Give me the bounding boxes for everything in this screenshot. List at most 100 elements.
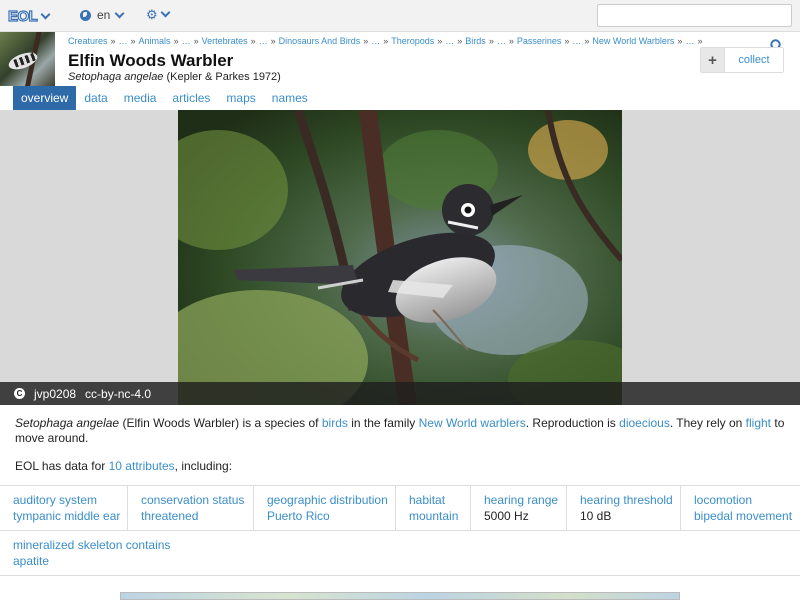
data-note-suffix: , including: — [174, 459, 233, 473]
link-family[interactable]: New World warblers — [419, 416, 526, 430]
page-title: Elfin Woods Warbler — [68, 51, 234, 70]
image-credit-bar: C jvp0208 cc-by-nc-4.0 — [0, 382, 800, 405]
breadcrumb-separator: » — [677, 36, 683, 46]
page-tabs: overview data media articles maps names — [0, 86, 800, 110]
attribute-cell[interactable]: locomotion bipedal movement — [681, 486, 800, 530]
breadcrumb-item[interactable]: … — [259, 36, 268, 46]
breadcrumb-item[interactable]: New World Warblers — [592, 36, 674, 46]
scientific-name-text: Setophaga angelae — [68, 71, 164, 83]
breadcrumb-item[interactable]: Birds — [465, 36, 486, 46]
breadcrumb-separator: » — [363, 36, 369, 46]
tab-names[interactable]: names — [264, 86, 316, 110]
attribute-key[interactable]: conservation status — [141, 492, 244, 508]
attributes-grid: auditory system tympanic middle ear conser… — [0, 485, 800, 576]
attribute-cell[interactable]: geographic distribution Puerto Rico — [254, 486, 396, 530]
collect-label[interactable]: collect — [725, 54, 783, 66]
attribute-key[interactable]: mineralized skeleton contains — [13, 537, 787, 553]
image-author[interactable]: jvp0208 — [34, 387, 76, 401]
cc-icon: C — [14, 388, 25, 399]
authority-text: (Kepler & Parkes 1972) — [166, 71, 281, 83]
breadcrumb-separator: » — [173, 36, 179, 46]
gear-icon[interactable]: ⚙ — [146, 8, 158, 21]
attribute-value[interactable]: Puerto Rico — [267, 508, 382, 524]
tab-maps[interactable]: maps — [218, 86, 263, 110]
distribution-map[interactable] — [120, 592, 680, 600]
tab-data[interactable]: data — [76, 86, 115, 110]
attribute-key[interactable]: locomotion — [694, 492, 787, 508]
breadcrumb-item[interactable]: … — [445, 36, 454, 46]
summary-text: . Reproduction is — [525, 416, 616, 430]
breadcrumb-separator: » — [457, 36, 463, 46]
attribute-key[interactable]: habitat — [409, 492, 457, 508]
attribute-value: 10 dB — [580, 509, 612, 523]
attribute-key[interactable]: geographic distribution — [267, 492, 388, 508]
breadcrumb: Creatures»…» Animals»…» Vertebrates»…» Dino… — [68, 36, 705, 46]
link-attributes[interactable]: 10 attributes — [109, 459, 175, 473]
breadcrumb-separator: » — [508, 36, 514, 46]
chevron-down-icon[interactable] — [114, 8, 125, 18]
species-summary: Setophaga angelae (Elfin Woods Warbler) … — [15, 416, 785, 446]
collect-button[interactable]: + collect — [700, 47, 784, 73]
breadcrumb-separator: » — [437, 36, 443, 46]
attribute-value[interactable]: apatite — [13, 553, 787, 569]
breadcrumb-separator: » — [193, 36, 199, 46]
chevron-down-icon[interactable] — [160, 7, 171, 18]
attribute-key[interactable]: hearing threshold — [580, 492, 673, 508]
tab-overview[interactable]: overview — [13, 86, 77, 110]
chevron-down-icon[interactable] — [40, 9, 51, 19]
breadcrumb-item[interactable]: … — [371, 36, 380, 46]
breadcrumb-item[interactable]: … — [572, 36, 581, 46]
attribute-cell[interactable]: habitat mountain — [396, 486, 471, 530]
species-photo[interactable] — [178, 110, 622, 405]
data-note-prefix: EOL has data for — [15, 459, 106, 473]
plus-icon[interactable]: + — [701, 48, 725, 72]
breadcrumb-item[interactable]: Dinosaurs And Birds — [279, 36, 361, 46]
breadcrumb-separator: » — [250, 36, 256, 46]
breadcrumb-separator: » — [110, 36, 116, 46]
breadcrumb-separator: » — [383, 36, 389, 46]
breadcrumb-item[interactable]: … — [685, 36, 694, 46]
link-birds[interactable]: birds — [322, 416, 348, 430]
breadcrumb-separator: » — [584, 36, 590, 46]
globe-icon — [80, 9, 91, 21]
attribute-value[interactable]: tympanic middle ear — [13, 508, 120, 524]
link-reproduction[interactable]: dioecious — [619, 416, 670, 430]
breadcrumb-separator: » — [270, 36, 276, 46]
attribute-cell[interactable]: mineralized skeleton contains apatite — [0, 531, 800, 575]
eol-logo[interactable]: EOL — [7, 7, 38, 25]
hero-image-area: C jvp0208 cc-by-nc-4.0 — [0, 110, 800, 405]
breadcrumb-separator: » — [697, 36, 703, 46]
attribute-value[interactable]: mountain — [409, 508, 458, 524]
breadcrumb-item[interactable]: … — [119, 36, 128, 46]
language-menu[interactable]: en — [80, 8, 125, 22]
breadcrumb-item[interactable]: Passerines — [517, 36, 562, 46]
breadcrumb-item[interactable]: … — [497, 36, 506, 46]
tab-media[interactable]: media — [116, 86, 165, 110]
breadcrumb-item[interactable]: Animals — [139, 36, 171, 46]
tab-articles[interactable]: articles — [164, 86, 218, 110]
attribute-value[interactable]: threatened — [141, 508, 240, 524]
attribute-cell[interactable]: conservation status threatened — [128, 486, 254, 530]
settings-menu[interactable]: ⚙ — [146, 7, 171, 21]
breadcrumb-separator: » — [488, 36, 494, 46]
top-bar: EOL en ⚙ — [0, 0, 800, 32]
attribute-key[interactable]: hearing range — [484, 492, 558, 508]
summary-scientific-name: Setophaga angelae — [15, 416, 120, 430]
search-input[interactable] — [597, 4, 792, 27]
breadcrumb-item[interactable]: Vertebrates — [202, 36, 248, 46]
attribute-value: 5000 Hz — [484, 509, 529, 523]
image-license[interactable]: cc-by-nc-4.0 — [85, 387, 151, 401]
attribute-cell[interactable]: hearing range 5000 Hz — [471, 486, 567, 530]
attribute-value[interactable]: bipedal movement — [694, 508, 792, 524]
eol-logo-menu[interactable]: EOL — [7, 7, 51, 25]
taxon-thumbnail[interactable] — [0, 32, 55, 86]
link-flight[interactable]: flight — [746, 416, 771, 430]
summary-text: in the family — [351, 416, 416, 430]
attribute-cell[interactable]: hearing threshold 10 dB — [567, 486, 681, 530]
breadcrumb-item[interactable]: … — [182, 36, 191, 46]
attribute-cell[interactable]: auditory system tympanic middle ear — [0, 486, 128, 530]
language-label[interactable]: en — [97, 8, 110, 22]
breadcrumb-item[interactable]: Creatures — [68, 36, 108, 46]
attribute-key[interactable]: auditory system — [13, 492, 114, 508]
breadcrumb-item[interactable]: Theropods — [391, 36, 434, 46]
